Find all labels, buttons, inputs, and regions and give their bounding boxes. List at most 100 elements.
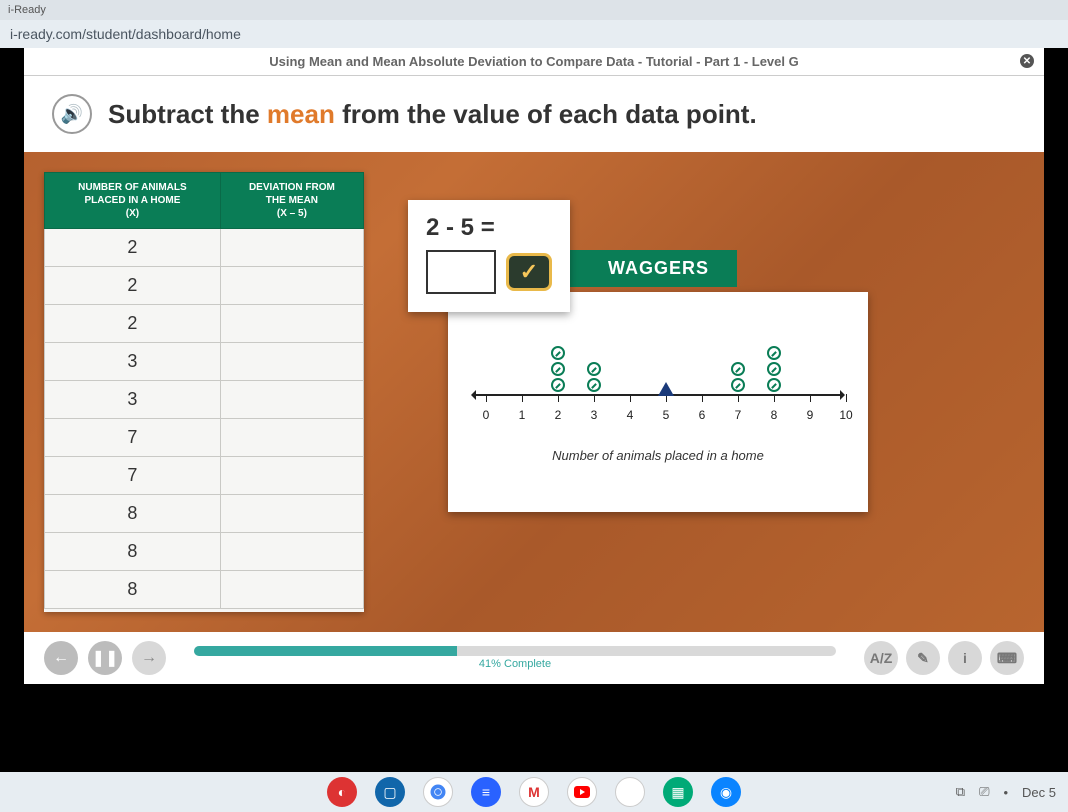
deviation-cell[interactable] — [220, 381, 363, 419]
instruction-pre: Subtract the — [108, 99, 267, 129]
data-table: NUMBER OF ANIMALS PLACED IN A HOME (X) D… — [44, 172, 364, 612]
back-button[interactable]: ← — [44, 641, 78, 675]
deviation-cell[interactable] — [220, 229, 363, 267]
data-dot — [551, 378, 565, 392]
lesson-frame: Using Mean and Mean Absolute Deviation t… — [0, 48, 1068, 772]
sheets-icon[interactable]: ▦ — [663, 777, 693, 807]
table-row: 2 — [45, 267, 364, 305]
instruction-bar: 🔊 Subtract the mean from the value of ea… — [24, 76, 1044, 152]
deviation-cell[interactable] — [220, 419, 363, 457]
youtube-icon[interactable] — [567, 777, 597, 807]
right-panel: 2 - 5 = ✓ WAGGERS 0 1 2 3 4 5 6 7 8 9 10 Number of… — [388, 172, 1024, 612]
table-row: 8 — [45, 533, 364, 571]
player-bar: ← ❚❚ → 41% Complete A/Z ✎ i ⌨ — [24, 632, 1044, 684]
workspace: NUMBER OF ANIMALS PLACED IN A HOME (X) D… — [24, 152, 1044, 632]
dotplot-axis: 0 1 2 3 4 5 6 7 8 9 10 — [464, 312, 852, 442]
check-button[interactable]: ✓ — [506, 253, 552, 291]
deviation-cell[interactable] — [220, 495, 363, 533]
progress-bar[interactable]: 41% Complete — [194, 646, 836, 670]
dotplot-caption: Number of animals placed in a home — [464, 448, 852, 463]
data-dot — [587, 378, 601, 392]
tick-label: 9 — [807, 408, 814, 422]
glossary-button[interactable]: A/Z — [864, 641, 898, 675]
instruction-post: from the value of each data point. — [335, 99, 757, 129]
data-dot — [731, 378, 745, 392]
answer-input[interactable] — [426, 250, 496, 294]
pause-button[interactable]: ❚❚ — [88, 641, 122, 675]
chrome-icon[interactable] — [423, 777, 453, 807]
x-cell: 8 — [45, 571, 221, 609]
instruction-text: Subtract the mean from the value of each… — [108, 99, 757, 130]
x-cell: 7 — [45, 419, 221, 457]
forward-button[interactable]: → — [132, 641, 166, 675]
deviation-cell[interactable] — [220, 533, 363, 571]
table-row: 3 — [45, 381, 364, 419]
table-row: 7 — [45, 457, 364, 495]
progress-fill — [194, 646, 457, 656]
table-row: 3 — [45, 343, 364, 381]
data-dot — [767, 378, 781, 392]
dataset-banner: WAGGERS — [568, 250, 737, 287]
clock-date[interactable]: Dec 5 — [1022, 785, 1056, 800]
app-icon-2[interactable]: ▢ — [375, 777, 405, 807]
gmail-icon[interactable]: M — [519, 777, 549, 807]
tick-label: 0 — [483, 408, 490, 422]
tick-label: 1 — [519, 408, 526, 422]
progress-label: 41% Complete — [194, 658, 836, 670]
x-cell: 2 — [45, 267, 221, 305]
instruction-highlight: mean — [267, 99, 335, 129]
tick-label: 2 — [555, 408, 562, 422]
deviation-cell[interactable] — [220, 343, 363, 381]
equation-text: 2 - 5 = — [426, 214, 552, 242]
table-row: 7 — [45, 419, 364, 457]
tick-label: 10 — [839, 408, 852, 422]
data-dot — [767, 346, 781, 360]
url-text: i-ready.com/student/dashboard/home — [10, 26, 241, 42]
info-button[interactable]: i — [948, 641, 982, 675]
tick-label: 4 — [627, 408, 634, 422]
tick-label: 8 — [771, 408, 778, 422]
data-dot — [767, 362, 781, 376]
col2-header: DEVIATION FROM THE MEAN (X – 5) — [220, 173, 363, 229]
browser-tab-strip: i-Ready — [0, 0, 1068, 20]
data-dot — [731, 362, 745, 376]
x-cell: 3 — [45, 343, 221, 381]
deviation-cell[interactable] — [220, 305, 363, 343]
x-cell: 3 — [45, 381, 221, 419]
tab-title: i-Ready — [8, 4, 46, 16]
pen-tool-button[interactable]: ✎ — [906, 641, 940, 675]
col1-header: NUMBER OF ANIMALS PLACED IN A HOME (X) — [45, 173, 221, 229]
equation-prompt: 2 - 5 = ✓ — [408, 200, 570, 312]
close-lesson-button[interactable]: ✕ — [1020, 54, 1034, 68]
tick-label: 3 — [591, 408, 598, 422]
lesson-title: Using Mean and Mean Absolute Deviation t… — [269, 54, 798, 69]
deviation-cell[interactable] — [220, 267, 363, 305]
tick-label: 5 — [663, 408, 670, 422]
x-cell: 2 — [45, 229, 221, 267]
table-row: 2 — [45, 305, 364, 343]
x-cell: 8 — [45, 495, 221, 533]
lesson-title-bar: Using Mean and Mean Absolute Deviation t… — [24, 48, 1044, 76]
table-row: 2 — [45, 229, 364, 267]
tick-label: 7 — [735, 408, 742, 422]
deviation-cell[interactable] — [220, 457, 363, 495]
audio-icon[interactable]: 🔊 — [52, 94, 92, 134]
deviation-cell[interactable] — [220, 571, 363, 609]
x-cell: 7 — [45, 457, 221, 495]
cast-icon[interactable]: ⎚ — [979, 784, 989, 800]
mean-marker-icon — [658, 382, 674, 396]
data-dot — [551, 362, 565, 376]
calculator-button[interactable]: ⌨ — [990, 641, 1024, 675]
dotplot-card: 0 1 2 3 4 5 6 7 8 9 10 Number of animals placed in… — [448, 292, 868, 512]
x-cell: 2 — [45, 305, 221, 343]
x-cell: 8 — [45, 533, 221, 571]
docs-icon[interactable]: ≡ — [471, 777, 501, 807]
camera-icon[interactable]: ◉ — [711, 777, 741, 807]
status-dot: • — [1003, 785, 1008, 800]
table-row: 8 — [45, 571, 364, 609]
play-store-icon[interactable]: ▶ — [615, 777, 645, 807]
app-icon-1[interactable]: ◐ — [327, 777, 357, 807]
screenshot-icon[interactable]: ⧉ — [956, 784, 965, 800]
url-bar[interactable]: i-ready.com/student/dashboard/home — [0, 20, 1068, 48]
tick-label: 6 — [699, 408, 706, 422]
